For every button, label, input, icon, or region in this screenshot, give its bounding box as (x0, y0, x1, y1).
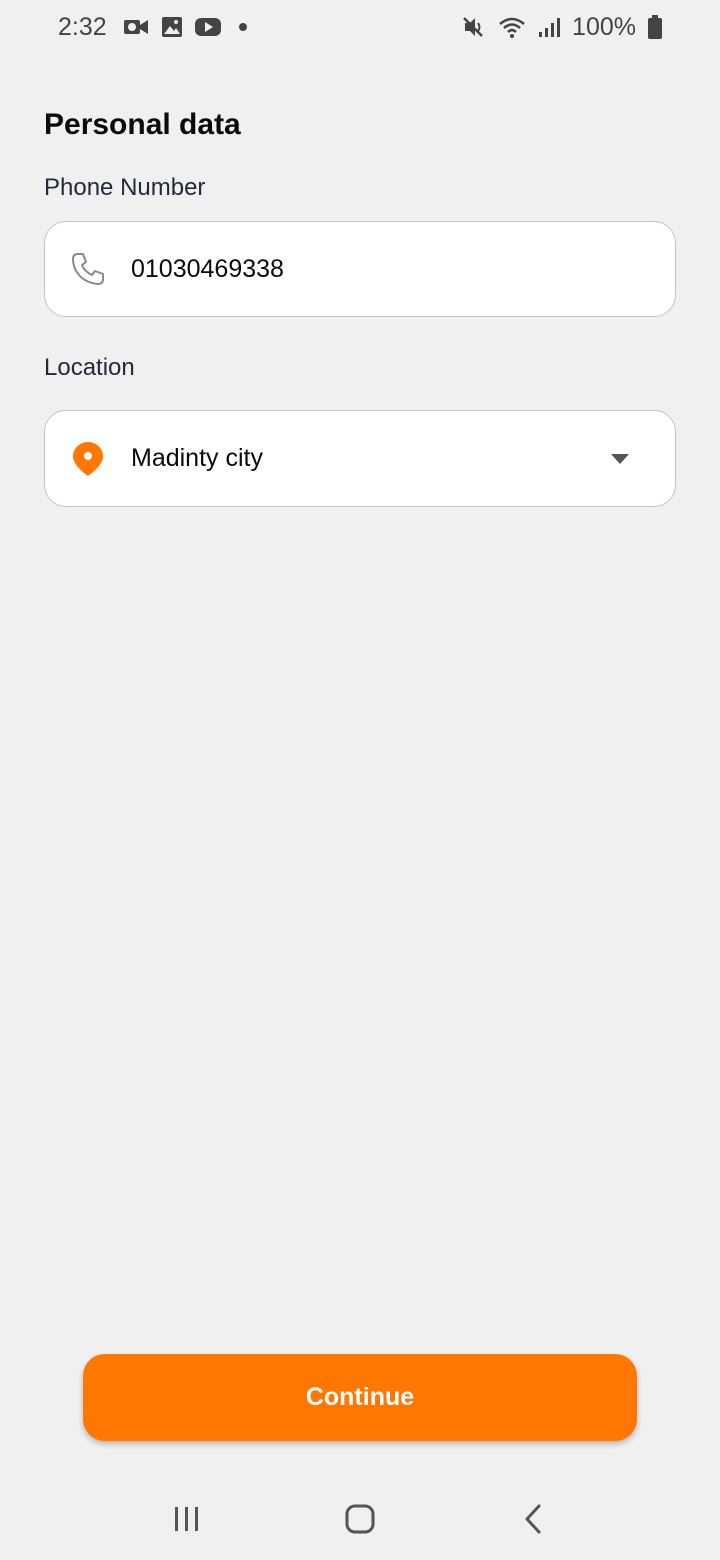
page-title: Personal data (44, 108, 241, 141)
status-right: 100% (462, 13, 662, 42)
back-icon[interactable] (503, 1489, 563, 1549)
status-left: 2:32 (58, 13, 247, 42)
location-value: Madinty city (131, 444, 263, 472)
wifi-icon (498, 15, 526, 39)
youtube-icon (194, 17, 221, 37)
location-pin-icon (45, 441, 131, 477)
location-label: Location (44, 354, 135, 381)
screen-record-icon (123, 17, 149, 37)
battery-icon (648, 15, 662, 39)
battery-percentage: 100% (572, 12, 636, 41)
phone-number-value: 01030469338 (131, 254, 284, 283)
phone-number-label: Phone Number (44, 174, 206, 201)
status-time: 2:32 (58, 12, 107, 41)
mute-icon (462, 15, 486, 39)
signal-icon (538, 16, 561, 38)
dropdown-arrow-icon[interactable] (565, 453, 675, 465)
phone-number-field[interactable]: 01030469338 (44, 221, 676, 317)
home-icon[interactable] (330, 1489, 390, 1549)
continue-button[interactable]: Continue (83, 1354, 637, 1441)
location-dropdown[interactable]: Madinty city (44, 410, 676, 507)
phone-icon (45, 251, 131, 287)
gallery-icon (161, 16, 183, 38)
status-bar: 2:32 100% (0, 0, 720, 54)
recent-apps-icon[interactable] (157, 1489, 217, 1549)
navigation-bar (0, 1478, 720, 1560)
notification-dot-icon (238, 23, 247, 31)
